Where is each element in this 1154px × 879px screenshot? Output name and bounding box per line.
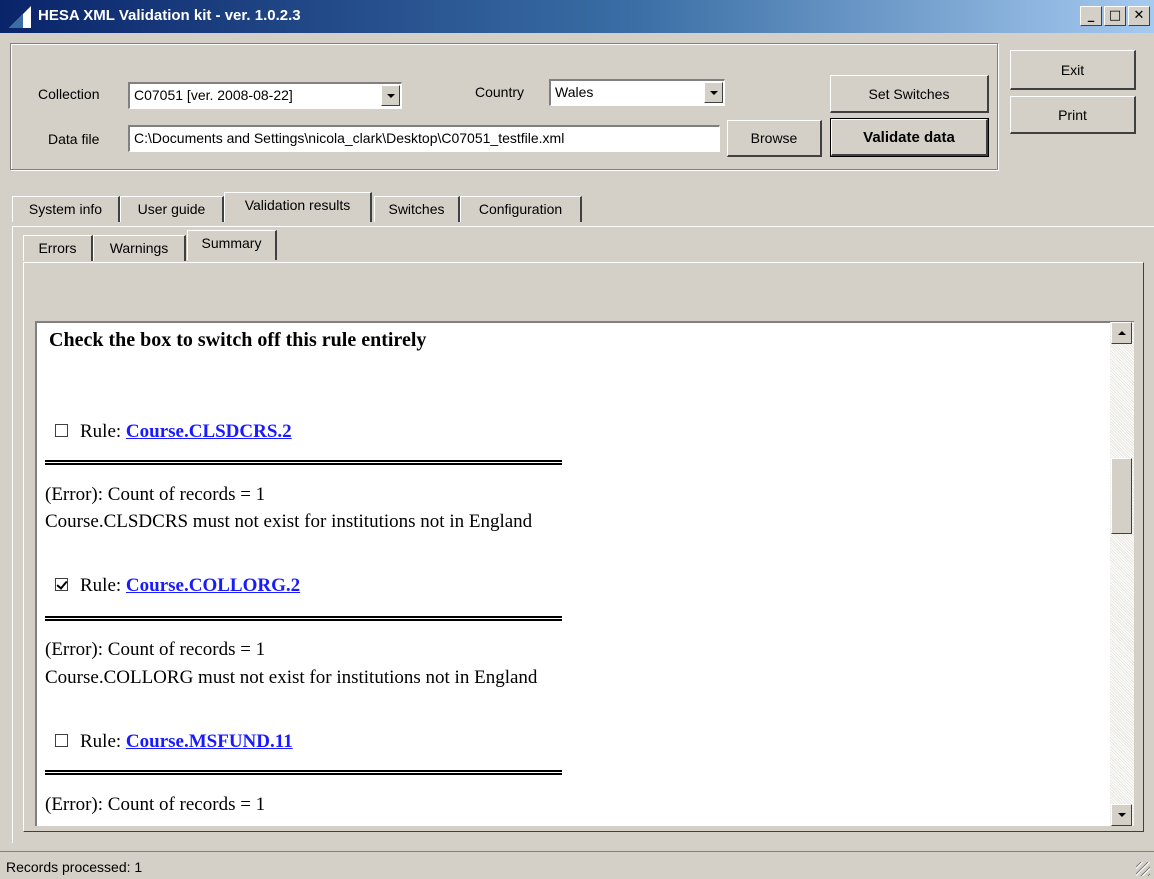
- rule-divider: [45, 616, 562, 621]
- datafile-label: Data file: [48, 131, 100, 147]
- status-bar: Records processed: 1: [0, 851, 1154, 879]
- results-heading: Check the box to switch off this rule en…: [49, 329, 427, 351]
- tab-system-info[interactable]: System info: [12, 196, 120, 222]
- rule-count: (Error): Count of records = 1: [45, 794, 266, 815]
- print-button[interactable]: Print: [1010, 96, 1136, 134]
- caption-buttons: _ □ ✕: [1078, 6, 1150, 28]
- rule-prefix: Rule:: [80, 421, 122, 442]
- country-label: Country: [475, 84, 525, 100]
- tab-configuration[interactable]: Configuration: [460, 196, 582, 222]
- rule-row: Rule: Course.MSFUND.11: [55, 731, 293, 753]
- tab-switches[interactable]: Switches: [374, 196, 460, 222]
- exit-button[interactable]: Exit: [1010, 50, 1136, 90]
- app-window: HESA XML Validation kit - ver. 1.0.2.3 _…: [0, 0, 1154, 879]
- rule-prefix: Rule:: [80, 575, 122, 596]
- set-switches-button[interactable]: Set Switches: [830, 75, 989, 113]
- tab-summary[interactable]: Summary: [187, 230, 277, 260]
- status-text: Records processed: 1: [6, 859, 143, 875]
- resize-grip-icon[interactable]: [1136, 862, 1150, 876]
- country-value: Wales: [555, 84, 594, 100]
- tab-errors[interactable]: Errors: [23, 235, 93, 261]
- rule-checkbox[interactable]: [55, 424, 68, 437]
- rule-count: (Error): Count of records = 1: [45, 639, 266, 660]
- tab-validation-results[interactable]: Validation results: [224, 192, 372, 222]
- rule-description: Course.CLSDCRS must not exist for instit…: [45, 511, 533, 532]
- country-select[interactable]: Wales: [549, 79, 725, 106]
- collection-label: Collection: [38, 86, 100, 102]
- scroll-down-icon[interactable]: [1111, 804, 1132, 826]
- rule-description: Course.COLLORG must not exist for instit…: [45, 667, 538, 688]
- close-button[interactable]: ✕: [1128, 6, 1150, 26]
- window-title: HESA XML Validation kit - ver. 1.0.2.3: [38, 7, 301, 24]
- rule-divider: [45, 770, 562, 775]
- results-view[interactable]: Check the box to switch off this rule en…: [35, 321, 1110, 826]
- rule-link[interactable]: Course.COLLORG.2: [126, 575, 300, 596]
- minimize-button[interactable]: _: [1080, 6, 1102, 26]
- rule-row: Rule: Course.COLLORG.2: [55, 575, 300, 597]
- scroll-thumb[interactable]: [1111, 458, 1132, 534]
- tab-warnings[interactable]: Warnings: [93, 235, 186, 261]
- rule-divider: [45, 460, 562, 465]
- collection-select[interactable]: C07051 [ver. 2008-08-22]: [128, 82, 402, 109]
- scroll-up-icon[interactable]: [1111, 322, 1132, 344]
- title-bar[interactable]: HESA XML Validation kit - ver. 1.0.2.3 _…: [0, 0, 1154, 33]
- rule-link[interactable]: Course.CLSDCRS.2: [126, 421, 292, 442]
- validate-data-button[interactable]: Validate data: [830, 118, 989, 157]
- app-icon: [9, 6, 31, 28]
- datafile-input[interactable]: C:\Documents and Settings\nicola_clark\D…: [128, 125, 720, 152]
- rule-checkbox[interactable]: [55, 734, 68, 747]
- browse-button[interactable]: Browse: [727, 120, 822, 157]
- chevron-down-icon[interactable]: [704, 82, 723, 103]
- rule-count: (Error): Count of records = 1: [45, 484, 266, 505]
- rule-prefix: Rule:: [80, 731, 122, 752]
- collection-value: C07051 [ver. 2008-08-22]: [134, 87, 293, 103]
- tab-user-guide[interactable]: User guide: [120, 196, 224, 222]
- chevron-down-icon[interactable]: [381, 85, 400, 106]
- rule-row: Rule: Course.CLSDCRS.2: [55, 421, 292, 443]
- maximize-button[interactable]: □: [1104, 6, 1126, 26]
- rule-checkbox[interactable]: [55, 578, 68, 591]
- vertical-scrollbar[interactable]: [1110, 321, 1134, 826]
- rule-link[interactable]: Course.MSFUND.11: [126, 731, 293, 752]
